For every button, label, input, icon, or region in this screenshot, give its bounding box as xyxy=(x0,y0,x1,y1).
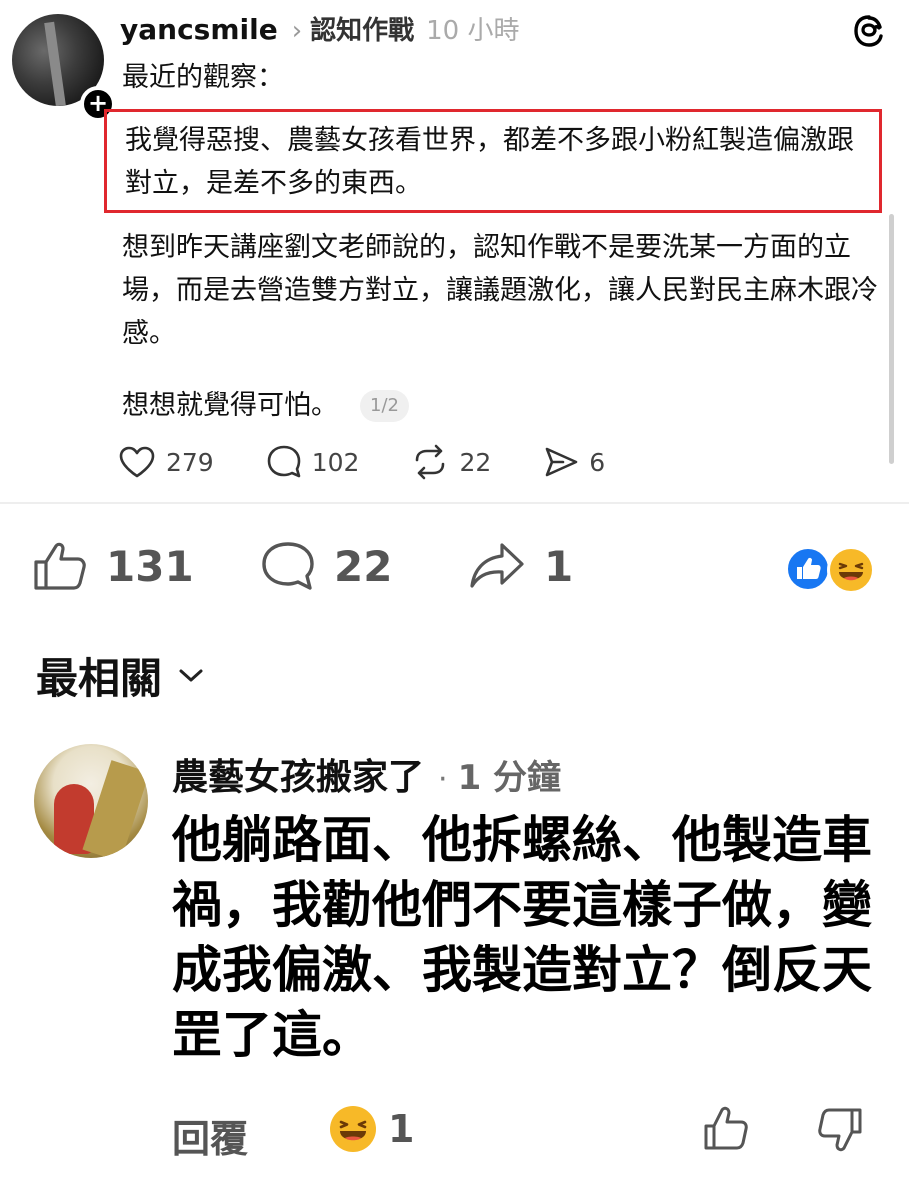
threads-author-avatar[interactable]: + xyxy=(12,14,116,122)
like-reaction-icon xyxy=(785,546,831,592)
like-count: 131 xyxy=(106,541,194,591)
comment-text: 他躺路面、他拆螺絲、他製造車禍，我勸他們不要這樣子做，變成我偏激、我製造對立？倒… xyxy=(172,811,872,1064)
share-arrow-icon xyxy=(470,543,524,588)
share-button[interactable]: 1 xyxy=(468,540,573,592)
comment-action-bar: 回覆 1 xyxy=(172,1104,872,1163)
threads-closing-line: 想想就覺得可怕。 1/2 xyxy=(122,384,882,427)
threads-intro-text: 最近的觀察： xyxy=(122,62,284,93)
comment-header: 農藝女孩搬家了 · 1 分鐘 xyxy=(172,748,561,800)
threads-repost-count: 22 xyxy=(459,447,492,477)
threads-like-count: 279 xyxy=(166,447,214,477)
threads-share-button[interactable]: 6 xyxy=(543,445,605,479)
threads-post-time: 10 小時 xyxy=(426,16,520,46)
threads-topic-tag[interactable]: 認知作戰 xyxy=(310,10,414,47)
downvote-icon[interactable] xyxy=(816,1104,864,1154)
comment-bubble-icon xyxy=(262,542,314,590)
upvote-icon[interactable] xyxy=(702,1104,750,1154)
comment-reaction-summary[interactable]: 1 xyxy=(330,1106,414,1152)
highlighted-text: 我覺得惡搜、農藝女孩看世界，都差不多跟小粉紅製造偏激跟對立，是差不多的東西。 xyxy=(125,125,854,199)
separator-dot: · xyxy=(438,762,448,797)
threads-like-button[interactable]: 279 xyxy=(118,445,214,479)
haha-reaction-icon xyxy=(330,1106,376,1152)
commenter-name[interactable]: 農藝女孩搬家了 xyxy=(172,748,424,800)
divider xyxy=(0,502,909,504)
threads-paragraph-text: 想到昨天講座劉文老師說的，認知作戰不是要洗某一方面的立場，而是去營造雙方對立，讓… xyxy=(122,232,878,349)
highlight-box: 我覺得惡搜、農藝女孩看世界，都差不多跟小粉紅製造偏激跟對立，是差不多的東西。 xyxy=(104,109,882,213)
chevron-right-icon: › xyxy=(291,16,303,46)
thumbs-up-icon xyxy=(34,542,86,590)
heart-icon xyxy=(119,446,155,478)
threads-comment-button[interactable]: 102 xyxy=(266,444,360,480)
comment-sort-dropdown[interactable]: 最相關 xyxy=(36,645,204,706)
share-count: 1 xyxy=(544,541,574,591)
reply-button[interactable]: 回覆 xyxy=(172,1108,248,1163)
threads-comment-count: 102 xyxy=(311,447,360,477)
chevron-down-icon xyxy=(179,669,203,681)
sort-label: 最相關 xyxy=(36,654,163,703)
haha-reaction-icon xyxy=(827,546,875,594)
speech-bubble-icon xyxy=(267,445,301,478)
threads-action-bar: 279 102 22 6 xyxy=(118,444,657,480)
threads-post-embed: + yancsmile › 認知作戰 10 小時 最近的觀察： 我覺得惡搜、農藝… xyxy=(0,0,909,500)
threads-share-count: 6 xyxy=(589,447,606,477)
reaction-summary[interactable] xyxy=(785,546,881,594)
threads-post-header: yancsmile › 認知作戰 10 小時 xyxy=(120,10,520,46)
repost-icon xyxy=(416,444,445,480)
comment-count: 22 xyxy=(334,541,393,591)
page-indicator: 1/2 xyxy=(360,389,409,422)
post-reaction-bar: 131 22 1 xyxy=(30,540,880,600)
threads-closing-text: 想想就覺得可怕。 xyxy=(122,390,338,421)
send-icon xyxy=(545,447,578,477)
like-button[interactable]: 131 xyxy=(32,540,194,592)
comment-button[interactable]: 22 xyxy=(260,540,392,592)
comment-reaction-count: 1 xyxy=(388,1107,415,1151)
comment-time[interactable]: 1 分鐘 xyxy=(458,750,562,799)
scrollbar-thumb[interactable] xyxy=(889,214,894,464)
threads-username[interactable]: yancsmile xyxy=(120,13,278,46)
threads-logo-icon[interactable] xyxy=(852,14,886,48)
commenter-avatar[interactable] xyxy=(34,744,148,858)
threads-repost-button[interactable]: 22 xyxy=(411,444,491,480)
